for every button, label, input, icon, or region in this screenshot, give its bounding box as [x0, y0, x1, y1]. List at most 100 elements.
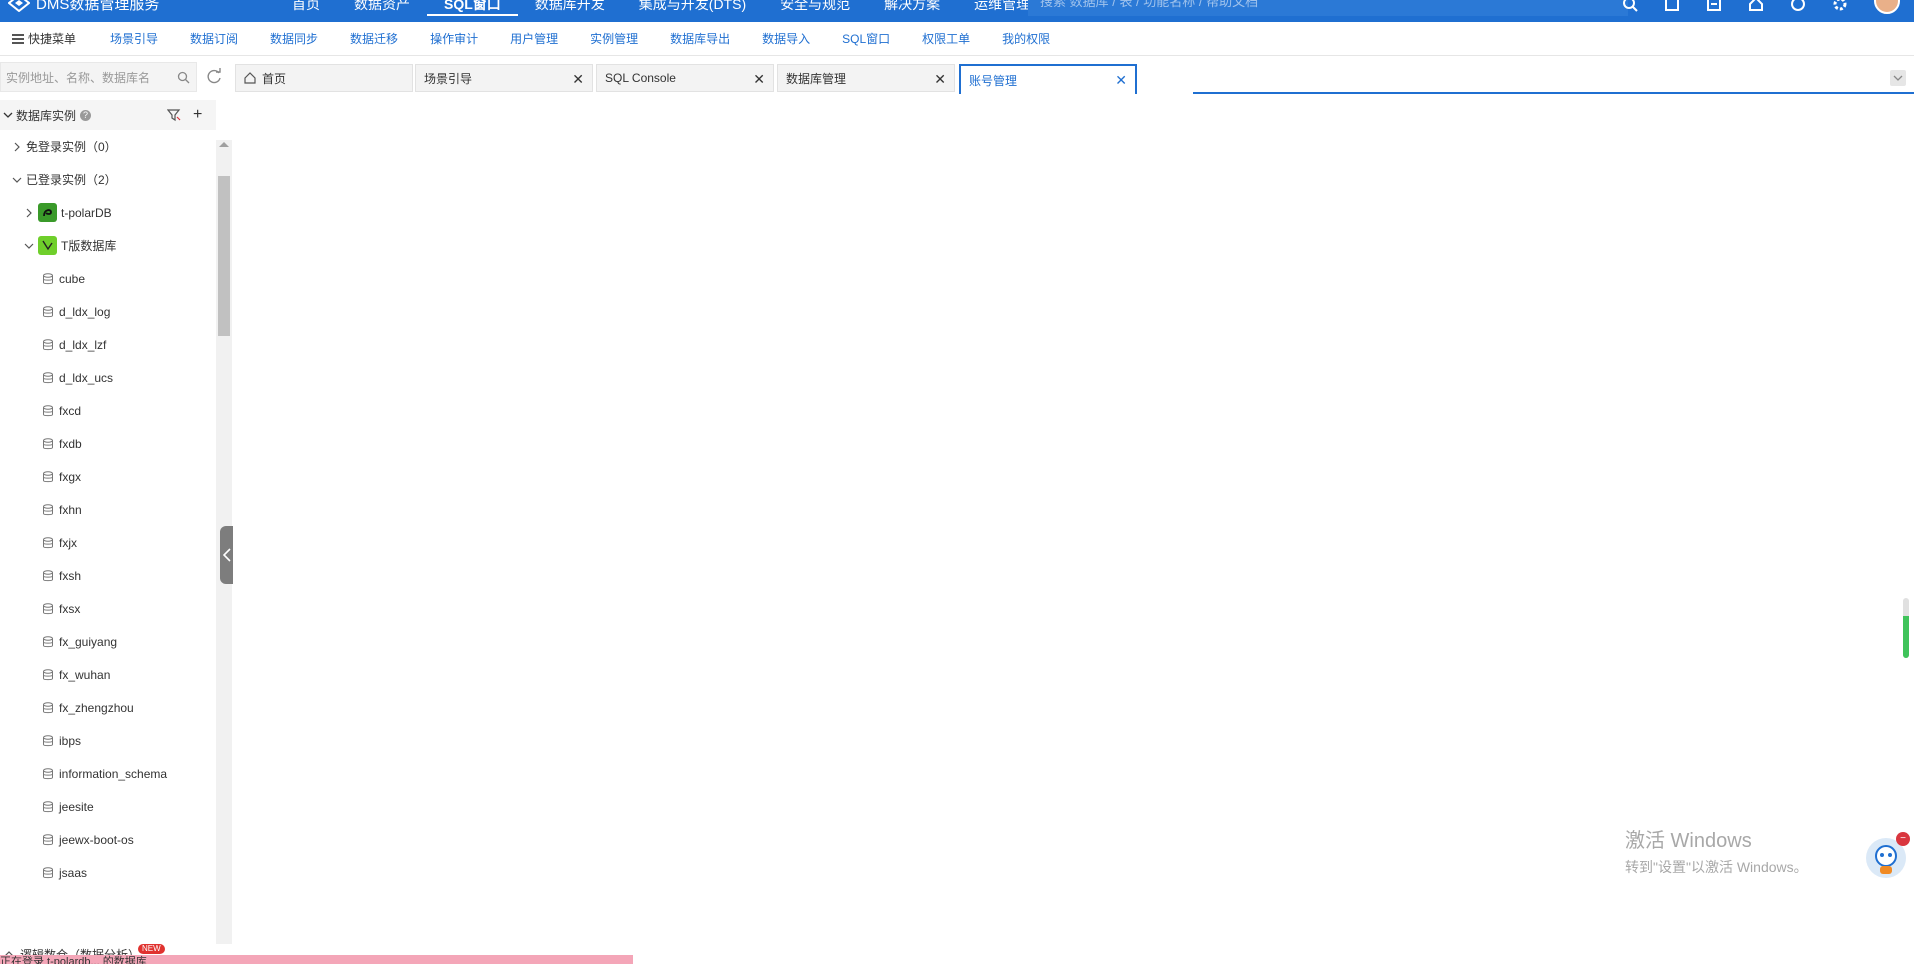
sidebar-collapse-handle[interactable]	[220, 526, 234, 584]
menu-item-instance-mgmt[interactable]: 实例管理	[590, 30, 654, 47]
tab-account-mgmt[interactable]: 账号管理 ✕	[959, 64, 1137, 94]
user-avatar[interactable]	[1874, 0, 1900, 14]
tree-database-item[interactable]: fx_guiyang	[0, 625, 216, 658]
menu-item-my-permissions[interactable]: 我的权限	[1002, 30, 1066, 47]
page-scroll-indicator[interactable]	[1903, 598, 1909, 658]
top-nav-item-solutions[interactable]: 解决方案	[867, 0, 957, 16]
tree-database-item[interactable]: d_ldx_ucs	[0, 361, 216, 394]
windows-activation-watermark: 激活 Windows 转到"设置"以激活 Windows。	[1625, 824, 1808, 877]
tab-scene-guide[interactable]: 场景引导 ✕	[415, 64, 593, 92]
filter-icon[interactable]	[167, 108, 181, 122]
menu-item-audit[interactable]: 操作审计	[430, 30, 494, 47]
tab-db-mgmt[interactable]: 数据库管理 ✕	[777, 64, 955, 92]
app-title: DMS数据管理服务	[36, 0, 160, 13]
database-label: cube	[59, 271, 86, 286]
database-icon	[43, 800, 53, 812]
assistant-robot-icon[interactable]: −	[1866, 832, 1910, 878]
menu-item-permission-ticket[interactable]: 权限工单	[922, 30, 986, 47]
menu-item-data-import[interactable]: 数据导入	[762, 30, 826, 47]
tree-database-item[interactable]: fxhn	[0, 493, 216, 526]
menu-item-db-export[interactable]: 数据库导出	[670, 30, 746, 47]
tree-database-item[interactable]: fxsh	[0, 559, 216, 592]
tree-database-item[interactable]: jeewx-boot-os	[0, 823, 216, 856]
menu-item-data-sync[interactable]: 数据同步	[270, 30, 334, 47]
tree-database-item[interactable]: fxgx	[0, 460, 216, 493]
tab-label: 数据库管理	[786, 71, 847, 86]
home-icon[interactable]	[1748, 0, 1764, 12]
help-icon[interactable]	[1790, 0, 1806, 12]
chevron-left-icon	[223, 548, 231, 562]
tab-sql-console[interactable]: SQL Console ✕	[596, 64, 774, 92]
database-icon	[43, 371, 53, 383]
instance-label: T版数据库	[61, 239, 117, 253]
top-nav-item-dev[interactable]: 数据库开发	[518, 0, 622, 16]
ticket-icon[interactable]	[1706, 0, 1722, 12]
add-instance-icon[interactable]: +	[193, 106, 202, 124]
close-icon[interactable]: ✕	[753, 71, 765, 88]
tree-database-item[interactable]: information_schema	[0, 757, 216, 790]
tab-list-dropdown-icon[interactable]	[1890, 70, 1906, 86]
database-label: fxdb	[59, 436, 82, 451]
tree-group-label: 免登录实例（0）	[26, 140, 117, 154]
close-icon[interactable]: ✕	[934, 71, 946, 88]
menu-item-data-subscribe[interactable]: 数据订阅	[190, 30, 254, 47]
tree-database-item[interactable]: fx_wuhan	[0, 658, 216, 691]
sidebar-scroll-thumb[interactable]	[218, 176, 230, 336]
tree-database-item[interactable]: fx_zhengzhou	[0, 691, 216, 724]
chevron-down-icon[interactable]	[24, 241, 34, 251]
top-header: DMS数据管理服务 首页 数据资产 SQL窗口 数据库开发 集成与开发(DTS)…	[0, 0, 1914, 22]
top-nav-item-security[interactable]: 安全与规范	[763, 0, 867, 16]
database-icon	[43, 470, 53, 482]
tree-database-item[interactable]: fxsx	[0, 592, 216, 625]
tree-database-item[interactable]: cube	[0, 262, 216, 295]
workspace-icon[interactable]	[1664, 0, 1680, 12]
help-icon[interactable]: ?	[80, 109, 92, 121]
instance-tree: 免登录实例（0） 已登录实例（2） t-polarDB T版数据库 cube d_…	[0, 130, 216, 944]
menu-item-scene-guide[interactable]: 场景引导	[110, 30, 174, 47]
home-icon	[244, 72, 256, 84]
tree-group-logged-in[interactable]: 已登录实例（2）	[0, 163, 216, 196]
tree-database-item[interactable]: ibps	[0, 724, 216, 757]
tree-database-item[interactable]: jsaas	[0, 856, 216, 889]
tree-group-no-login[interactable]: 免登录实例（0）	[0, 130, 216, 163]
instance-search-input[interactable]: 实例地址、名称、数据库名	[0, 62, 197, 92]
top-nav-item-assets[interactable]: 数据资产	[337, 0, 427, 16]
chevron-down-icon[interactable]	[12, 175, 22, 185]
app-logo[interactable]: DMS数据管理服务	[8, 0, 159, 14]
tab-home[interactable]: 首页	[235, 64, 413, 92]
new-badge: NEW	[138, 944, 165, 954]
menu-item-data-migrate[interactable]: 数据迁移	[350, 30, 414, 47]
close-icon[interactable]: ✕	[1115, 72, 1127, 89]
search-icon[interactable]	[1622, 0, 1638, 12]
database-icon	[43, 437, 53, 449]
minus-badge-icon[interactable]: −	[1896, 832, 1910, 846]
tree-database-item[interactable]: jeesite	[0, 790, 216, 823]
close-icon[interactable]: ✕	[572, 71, 584, 88]
database-label: fxcd	[59, 403, 82, 418]
chevron-right-icon[interactable]	[12, 142, 22, 152]
gear-icon[interactable]	[1832, 0, 1848, 12]
scroll-up-arrow-icon[interactable]	[219, 142, 229, 147]
tree-database-item[interactable]: fxdb	[0, 427, 216, 460]
menu-item-sql-window[interactable]: SQL窗口	[842, 30, 906, 47]
top-nav-item-dts[interactable]: 集成与开发(DTS)	[622, 0, 763, 16]
chevron-down-icon[interactable]	[2, 109, 14, 121]
tree-database-item[interactable]: fxcd	[0, 394, 216, 427]
menu-item-user-mgmt[interactable]: 用户管理	[510, 30, 574, 47]
top-nav-item-sql[interactable]: SQL窗口	[427, 0, 518, 16]
tree-database-item[interactable]: d_ldx_log	[0, 295, 216, 328]
tree-database-item[interactable]: fxjx	[0, 526, 216, 559]
database-icon	[43, 866, 53, 878]
refresh-icon[interactable]	[203, 66, 225, 88]
quick-menu-button[interactable]: 快捷菜单	[0, 30, 110, 47]
top-nav-item-home[interactable]: 首页	[275, 0, 337, 16]
tree-instance-polardb[interactable]: t-polarDB	[0, 196, 216, 229]
chevron-right-icon[interactable]	[24, 208, 34, 218]
database-label: fxgx	[59, 469, 82, 484]
tree-database-item[interactable]: d_ldx_lzf	[0, 328, 216, 361]
hamburger-icon	[12, 33, 24, 44]
global-search-input[interactable]: 搜索 数据库 / 表 / 功能名称 / 帮助文档	[1028, 0, 1628, 16]
database-icon	[43, 272, 53, 284]
tree-instance-t-db[interactable]: T版数据库	[0, 229, 216, 262]
search-icon[interactable]	[177, 71, 190, 84]
